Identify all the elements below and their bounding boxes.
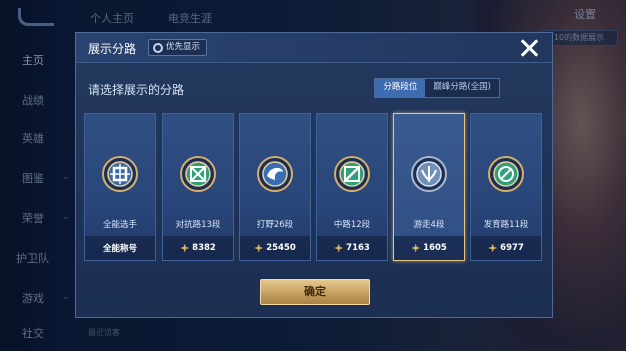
card-label: 打野26段 (256, 220, 294, 230)
card-value: 8382 (192, 243, 216, 253)
lane-card-all-round[interactable]: 全能选手 全能称号 (84, 113, 156, 261)
tab-lane-rank[interactable]: 分路段位 (375, 79, 426, 97)
priority-display-button[interactable]: 优先显示 (148, 39, 208, 56)
lane-card-farm[interactable]: 发育路11段 6977 (470, 113, 542, 261)
card-value: 25450 (266, 243, 296, 253)
gold-star-icon (180, 243, 190, 253)
all-round-emblem-icon (102, 156, 138, 192)
card-label: 全能选手 (102, 220, 137, 230)
card-value: 6977 (500, 243, 524, 253)
farm-lane-emblem-icon (488, 156, 524, 192)
roam-emblem-icon (411, 156, 447, 192)
mid-lane-emblem-icon (334, 156, 370, 192)
lane-card-roam[interactable]: 游走4段 1605 (393, 113, 465, 261)
close-icon[interactable] (518, 37, 540, 59)
card-footer: 8382 (163, 236, 233, 260)
gold-star-icon (411, 243, 421, 253)
lane-mode-tabs: 分路段位 巅峰分路(全国) (374, 78, 500, 98)
modal-header: 展示分路 优先显示 (76, 33, 552, 63)
card-label: 游走4段 (413, 220, 445, 230)
card-footer: 1605 (394, 236, 464, 260)
card-footer: 6977 (471, 236, 541, 260)
card-footer: 全能称号 (85, 236, 155, 260)
gold-star-icon (488, 243, 498, 253)
card-label: 发育路11段 (483, 220, 529, 230)
gold-star-icon (334, 243, 344, 253)
gear-icon (153, 42, 163, 53)
jungle-emblem-icon (257, 156, 293, 192)
gold-star-icon (254, 243, 264, 253)
lane-card-mid[interactable]: 中路12段 7163 (316, 113, 388, 261)
select-prompt: 请选择展示的分路 (88, 83, 185, 97)
lane-card-list: 全能选手 全能称号 对抗路13段 8382 打野26段 25450 中路12段 … (84, 113, 546, 261)
card-footer: 25450 (240, 236, 310, 260)
lane-card-clash[interactable]: 对抗路13段 8382 (162, 113, 234, 261)
priority-display-label: 优先显示 (166, 42, 201, 52)
card-value: 7163 (346, 243, 370, 253)
card-label: 对抗路13段 (175, 220, 221, 230)
lane-card-jungle[interactable]: 打野26段 25450 (239, 113, 311, 261)
confirm-button[interactable]: 确定 (260, 279, 370, 305)
card-label: 中路12段 (333, 220, 371, 230)
card-value: 1605 (423, 243, 447, 253)
card-value: 全能称号 (102, 244, 137, 254)
card-footer: 7163 (317, 236, 387, 260)
lane-display-modal: 展示分路 优先显示 请选择展示的分路 分路段位 巅峰分路(全国) 全能选手 全能… (75, 32, 553, 318)
tab-peak-lane[interactable]: 巅峰分路(全国) (425, 79, 499, 97)
clash-lane-emblem-icon (180, 156, 216, 192)
modal-title: 展示分路 (88, 42, 137, 56)
